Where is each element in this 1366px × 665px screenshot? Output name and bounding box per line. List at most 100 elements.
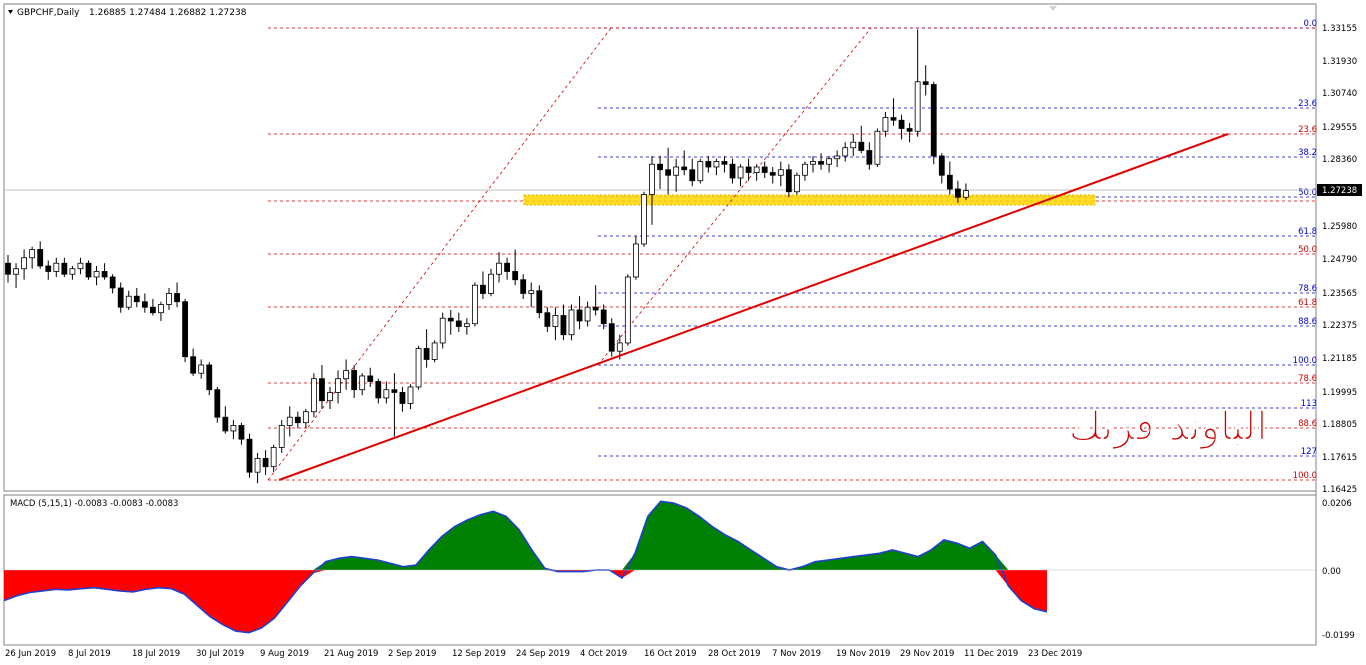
bearish-candle-body	[294, 416, 301, 424]
bearish-candle-body	[576, 309, 583, 322]
price-tick-label: 1.25980	[1322, 222, 1357, 232]
bearish-candle-body	[761, 166, 768, 173]
time-tick-label: 19 Nov 2019	[836, 649, 890, 659]
bullish-candle-body	[302, 411, 309, 424]
bearish-candle-body	[689, 169, 696, 182]
bullish-candle-body	[439, 317, 446, 344]
fib-red-label: 61.8	[1298, 298, 1317, 308]
fib-blue-label: 0.0	[1303, 19, 1317, 29]
bearish-candle-body	[351, 370, 358, 391]
bullish-candle-body	[842, 147, 849, 157]
bullish-candle-body	[649, 163, 655, 195]
bullish-candle-body	[166, 293, 172, 305]
candle	[431, 340, 438, 363]
bullish-candle-body	[624, 276, 631, 344]
bearish-candle-body	[37, 249, 44, 267]
bullish-candle-body	[77, 262, 84, 270]
bullish-candle-body	[13, 268, 19, 275]
price-tick-label: 1.22375	[1322, 321, 1357, 331]
fib-blue-label: 100.0	[1293, 356, 1317, 366]
time-tick-label: 2 Sep 2019	[388, 649, 436, 659]
bullish-candle-body	[794, 174, 800, 193]
time-tick-label: 24 Sep 2019	[516, 649, 570, 659]
fib-red-label: 78.6	[1298, 374, 1317, 384]
bullish-candle-body	[254, 458, 261, 473]
support-zone-rectangle[interactable]	[523, 194, 1096, 206]
bullish-candle-body	[528, 290, 535, 294]
bullish-candle-body	[383, 389, 390, 399]
bullish-candle-body	[335, 378, 341, 393]
time-tick-label: 23 Dec 2019	[1028, 649, 1082, 659]
candle	[182, 298, 189, 363]
macd-axis: 0.0206 0.00 -0.0199	[1322, 499, 1355, 641]
bullish-candle-body	[21, 257, 28, 270]
bullish-candle-body	[552, 315, 559, 327]
bullish-candle-body	[810, 161, 816, 165]
bearish-candle-body	[117, 287, 124, 308]
bearish-candle-body	[536, 290, 543, 314]
bearish-candle-body	[149, 306, 156, 314]
bearish-candle-body	[721, 161, 728, 165]
bearish-candle-body	[745, 166, 752, 173]
bullish-candle-body	[125, 295, 132, 308]
bullish-candle-body	[286, 416, 293, 426]
candle	[568, 304, 575, 341]
bullish-candle-body	[407, 386, 414, 404]
fib-red-label: 50.0	[1298, 245, 1317, 255]
bullish-candle-body	[777, 169, 784, 176]
bullish-candle-body	[359, 375, 366, 391]
bullish-candle-body	[737, 166, 744, 179]
bearish-candle-body	[858, 141, 865, 151]
bearish-candle-body	[214, 389, 221, 418]
bearish-candle-body	[447, 317, 454, 322]
bearish-candle-body	[657, 163, 663, 171]
price-tick-label: 1.17615	[1322, 453, 1357, 463]
bearish-candle-body	[600, 309, 607, 325]
price-tick-label: 1.28360	[1322, 155, 1357, 165]
macd-tick-label: 0.0206	[1322, 499, 1352, 509]
watermark-text: الباوند فرنك	[1069, 403, 1268, 451]
bullish-candle-body	[488, 273, 494, 294]
candle	[471, 282, 478, 327]
bearish-candle-body	[544, 312, 551, 327]
candle	[310, 373, 317, 418]
bearish-candle-body	[375, 381, 382, 399]
fib-blue-label: 23.6	[1298, 99, 1317, 109]
bearish-candle-body	[955, 188, 961, 198]
price-tick-label: 1.21185	[1322, 354, 1357, 364]
bullish-candle-body	[327, 392, 333, 402]
fib-blue-label: 61.8	[1298, 227, 1317, 237]
bearish-candle-body	[45, 265, 52, 272]
candle	[624, 274, 631, 346]
bearish-candle-body	[399, 392, 406, 404]
fib-blue-label: 78.6	[1298, 284, 1317, 294]
candle	[439, 312, 446, 349]
bullish-candle-body	[633, 243, 639, 278]
bullish-candle-body	[834, 155, 841, 160]
bullish-candle-body	[29, 249, 36, 259]
price-tick-label: 1.18805	[1322, 420, 1357, 430]
bearish-candle-body	[946, 174, 953, 190]
bearish-candle-body	[141, 301, 148, 308]
bearish-candle-body	[560, 315, 567, 336]
bullish-candle-body	[874, 130, 881, 165]
bullish-candle-body	[310, 378, 317, 413]
time-tick-label: 18 Jul 2019	[132, 649, 180, 659]
bearish-candle-body	[608, 323, 615, 352]
bearish-candle-body	[423, 348, 430, 360]
bearish-candle-body	[866, 150, 873, 165]
time-tick-label: 9 Aug 2019	[260, 649, 309, 659]
bearish-candle-body	[101, 271, 108, 278]
time-tick-label: 7 Nov 2019	[772, 649, 821, 659]
bullish-candle-body	[616, 342, 623, 352]
bearish-candle-body	[319, 378, 325, 402]
time-tick-label: 8 Jul 2019	[68, 649, 111, 659]
bullish-candle-body	[198, 364, 205, 374]
time-tick-label: 16 Oct 2019	[644, 649, 697, 659]
bearish-candle-body	[85, 262, 92, 278]
bearish-candle-body	[61, 262, 68, 275]
fib-blue-label: 88.6	[1298, 317, 1317, 327]
bearish-candle-body	[5, 262, 11, 275]
bearish-candle-body	[133, 295, 140, 303]
bearish-candle-body	[391, 389, 398, 393]
